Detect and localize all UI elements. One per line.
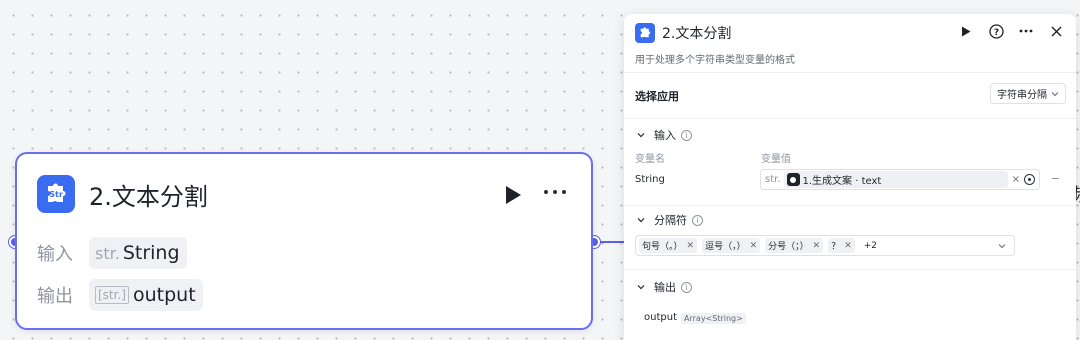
run-icon[interactable] bbox=[958, 23, 974, 39]
text-split-node[interactable]: Str 2.文本分割 输入 str. String 输出 [str.] outp… bbox=[15, 152, 593, 330]
select-app-dropdown[interactable]: 字符串分隔 bbox=[990, 83, 1066, 104]
connection-line bbox=[599, 241, 625, 243]
col-variable-value: 变量值 bbox=[761, 154, 791, 165]
output-label: 输出 bbox=[37, 286, 73, 307]
output-value: output bbox=[132, 284, 196, 306]
remove-variable-icon[interactable] bbox=[1052, 178, 1059, 179]
remove-tag-icon[interactable]: ✕ bbox=[687, 241, 695, 251]
type-prefix: str. bbox=[765, 174, 781, 185]
divider bbox=[624, 205, 1076, 206]
select-app-label: 选择应用 bbox=[635, 90, 679, 103]
output-chip: [str.] output bbox=[89, 279, 203, 311]
tag-label: ？ bbox=[831, 242, 841, 252]
col-variable-name: 变量名 bbox=[635, 154, 665, 165]
divider bbox=[624, 72, 1076, 73]
chevron-down-icon bbox=[637, 285, 645, 290]
variable-reference-field[interactable]: str. 1.生成文案 · text × bbox=[760, 169, 1040, 190]
input-section-title: 输入 bbox=[654, 129, 676, 142]
node-output-row: 输出 [str.] output bbox=[37, 279, 203, 311]
output-section-title: 输出 bbox=[654, 281, 676, 294]
remove-tag-icon[interactable]: ✕ bbox=[813, 241, 821, 251]
svg-text:?: ? bbox=[993, 28, 998, 38]
separator-tag: 分号（；） ✕ bbox=[765, 238, 824, 253]
source-node-avatar bbox=[786, 173, 800, 186]
input-section-header[interactable]: 输入 i bbox=[636, 127, 692, 143]
close-icon[interactable] bbox=[1048, 23, 1064, 39]
more-icon[interactable] bbox=[1018, 23, 1034, 39]
tag-label: 句号（。） bbox=[642, 242, 683, 252]
input-label: 输入 bbox=[37, 244, 73, 265]
select-app-value: 字符串分隔 bbox=[997, 90, 1047, 101]
divider bbox=[624, 118, 1076, 119]
output-section-header[interactable]: 输出 i bbox=[636, 279, 692, 295]
panel-description: 用于处理多个字符串类型变量的格式 bbox=[635, 55, 795, 66]
chevron-down-icon bbox=[637, 218, 645, 223]
output-var-name: output bbox=[644, 312, 677, 323]
array-type-prefix: [str.] bbox=[95, 286, 129, 304]
more-tags-count: +2 bbox=[863, 240, 878, 251]
chevron-down-icon bbox=[637, 133, 645, 138]
info-icon[interactable]: i bbox=[681, 281, 692, 293]
panel-title: 2.文本分割 bbox=[662, 26, 732, 42]
info-icon[interactable]: i bbox=[681, 129, 692, 141]
separator-tag: ？ ✕ bbox=[828, 238, 855, 253]
input-var-name: String bbox=[635, 174, 665, 185]
remove-tag-icon[interactable]: ✕ bbox=[844, 241, 852, 251]
separator-tag: 逗号（，） ✕ bbox=[702, 238, 761, 253]
separator-section-title: 分隔符 bbox=[654, 214, 687, 227]
node-settings-panel: 2.文本分割 ? 用于处理多个字符串类型变量的格式 选择应用 字符串分隔 输入 … bbox=[624, 14, 1076, 340]
node-title: 2.文本分割 bbox=[89, 182, 208, 211]
output-var-type: Array<String> bbox=[681, 313, 746, 324]
separator-multiselect[interactable]: 句号（。） ✕ 逗号（，） ✕ 分号（；） ✕ ？ ✕ +2 bbox=[635, 235, 1015, 256]
input-chip: str. String bbox=[89, 237, 187, 269]
more-icon[interactable] bbox=[544, 190, 566, 194]
separator-section-header[interactable]: 分隔符 i bbox=[636, 212, 703, 228]
node-input-row: 输入 str. String bbox=[37, 237, 187, 269]
svg-text:Str: Str bbox=[49, 190, 63, 199]
run-icon[interactable] bbox=[504, 185, 522, 205]
remove-tag-icon[interactable]: ✕ bbox=[750, 241, 758, 251]
plugin-icon bbox=[635, 23, 655, 43]
plugin-icon: Str bbox=[37, 175, 75, 213]
chevron-down-icon bbox=[998, 244, 1006, 249]
chevron-down-icon bbox=[1051, 91, 1059, 96]
tag-label: 分号（；） bbox=[768, 242, 809, 252]
help-icon[interactable]: ? bbox=[988, 23, 1004, 39]
input-value: String bbox=[122, 242, 180, 264]
tag-label: 逗号（，） bbox=[705, 242, 746, 252]
clear-icon[interactable]: × bbox=[1012, 174, 1020, 185]
separator-tag: 句号（。） ✕ bbox=[639, 238, 698, 253]
target-icon[interactable] bbox=[1024, 174, 1035, 185]
reference-value: 1.生成文案 · text bbox=[802, 176, 882, 187]
type-prefix: str. bbox=[95, 243, 120, 263]
divider bbox=[624, 269, 1076, 270]
reference-pill: 1.生成文案 · text bbox=[783, 171, 1008, 188]
info-icon[interactable]: i bbox=[692, 214, 703, 226]
